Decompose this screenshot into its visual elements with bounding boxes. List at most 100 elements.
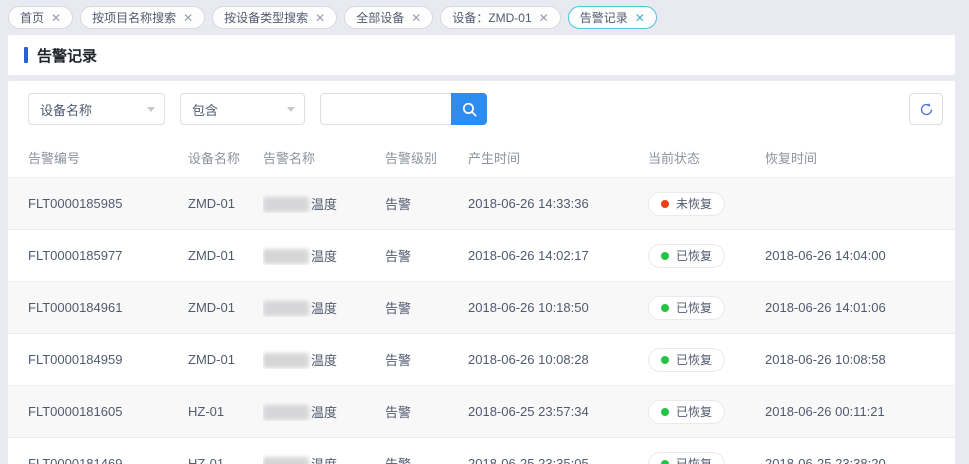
status-cell: 已恢复 [648,244,765,268]
alarm-name-cell: 温度 [263,454,385,464]
status-dot-icon [661,460,669,464]
alarm-level-cell: 告警 [385,350,468,369]
status-label: 已恢复 [676,351,712,368]
col-header-alarm-name: 告警名称 [263,148,385,167]
alarm-name-cell: 温度 [263,402,385,421]
alarm-id-cell: FLT0000181469 [8,456,188,464]
alarm-level-cell: 告警 [385,454,468,464]
alarm-id-cell: FLT0000181605 [8,404,188,419]
device-name-cell: HZ-01 [188,404,263,419]
redacted-text-block [263,197,309,212]
device-name-cell: ZMD-01 [188,300,263,315]
col-header-level: 告警级别 [385,148,468,167]
device-name-cell: ZMD-01 [188,248,263,263]
tab-label: 设备：ZMD-01 [452,9,531,26]
status-label: 已恢复 [676,403,712,420]
close-icon[interactable]: ✕ [539,12,549,24]
status-badge: 已恢复 [648,296,725,320]
alarm-id-cell: FLT0000185977 [8,248,188,263]
col-header-recovered: 恢复时间 [765,148,955,167]
refresh-button[interactable] [909,93,943,125]
redacted-text-block [263,405,309,420]
close-icon[interactable]: ✕ [183,12,193,24]
alarm-name-suffix: 温度 [311,457,337,464]
chevron-down-icon [147,107,155,112]
refresh-icon [919,102,934,117]
status-dot-icon [661,356,669,364]
created-time-cell: 2018-06-26 14:02:17 [468,248,648,263]
alarm-id-cell: FLT0000184959 [8,352,188,367]
status-label: 已恢复 [676,299,712,316]
tab[interactable]: 按项目名称搜索 ✕ [80,6,205,29]
alarm-level-cell: 告警 [385,194,468,213]
device-name-cell: ZMD-01 [188,352,263,367]
status-label: 未恢复 [676,195,712,212]
col-header-device: 设备名称 [188,148,263,167]
redacted-text-block [263,353,309,368]
status-dot-icon [661,200,669,208]
recovered-time-cell: 2018-06-26 14:04:00 [765,248,955,263]
col-header-created: 产生时间 [468,148,648,167]
alarm-name-suffix: 温度 [311,353,337,368]
alarm-name-cell: 温度 [263,350,385,369]
tab-label: 首页 [20,9,44,26]
status-dot-icon [661,408,669,416]
created-time-cell: 2018-06-25 23:57:34 [468,404,648,419]
status-cell: 已恢复 [648,296,765,320]
table-header-row: 告警编号 设备名称 告警名称 告警级别 产生时间 当前状态 恢复时间 [8,137,955,177]
alarm-records-panel: 设备名称 包含 [8,81,955,464]
tab[interactable]: 全部设备 ✕ [344,6,433,29]
tab-label: 全部设备 [356,9,404,26]
alarm-name-suffix: 温度 [311,405,337,420]
tab-label: 告警记录 [580,9,628,26]
tab[interactable]: 告警记录 ✕ [568,6,657,29]
operator-select-value: 包含 [192,100,218,119]
filter-toolbar: 设备名称 包含 [8,81,955,137]
status-badge: 已恢复 [648,400,725,424]
created-time-cell: 2018-06-25 23:35:05 [468,456,648,464]
close-icon[interactable]: ✕ [51,12,61,24]
alarm-level-cell: 告警 [385,298,468,317]
status-badge: 未恢复 [648,192,725,216]
redacted-text-block [263,301,309,316]
tab[interactable]: 首页 ✕ [8,6,73,29]
created-time-cell: 2018-06-26 10:08:28 [468,352,648,367]
status-cell: 已恢复 [648,400,765,424]
tab[interactable]: 设备：ZMD-01 ✕ [440,6,560,29]
tab[interactable]: 按设备类型搜索 ✕ [212,6,337,29]
close-icon[interactable]: ✕ [411,12,421,24]
table-row: FLT0000181469 HZ-01 温度 告警 2018-06-25 23:… [8,437,955,464]
status-label: 已恢复 [676,247,712,264]
status-dot-icon [661,252,669,260]
device-name-cell: HZ-01 [188,456,263,464]
status-badge: 已恢复 [648,348,725,372]
close-icon[interactable]: ✕ [315,12,325,24]
status-badge: 已恢复 [648,452,725,464]
alarm-name-suffix: 温度 [311,301,337,316]
alarm-name-cell: 温度 [263,246,385,265]
search-button[interactable] [451,93,487,125]
redacted-text-block [263,249,309,264]
field-select[interactable]: 设备名称 [28,93,165,125]
status-label: 已恢复 [676,455,712,464]
alarm-name-cell: 温度 [263,194,385,213]
recovered-time-cell: 2018-06-26 00:11:21 [765,404,955,419]
alarm-name-suffix: 温度 [311,197,337,212]
alarm-id-cell: FLT0000184961 [8,300,188,315]
created-time-cell: 2018-06-26 10:18:50 [468,300,648,315]
table-row: FLT0000185977 ZMD-01 温度 告警 2018-06-26 14… [8,229,955,281]
status-badge: 已恢复 [648,244,725,268]
table-body: FLT0000185985 ZMD-01 温度 告警 2018-06-26 14… [8,177,955,464]
alarm-name-suffix: 温度 [311,249,337,264]
recovered-time-cell: 2018-06-25 23:38:20 [765,456,955,464]
alarm-level-cell: 告警 [385,402,468,421]
operator-select[interactable]: 包含 [180,93,305,125]
col-header-status: 当前状态 [648,148,765,167]
close-icon[interactable]: ✕ [635,12,645,24]
status-cell: 未恢复 [648,192,765,216]
search-input[interactable] [320,93,451,125]
redacted-text-block [263,457,309,464]
alarm-level-cell: 告警 [385,246,468,265]
alarm-name-cell: 温度 [263,298,385,317]
tab-label: 按项目名称搜索 [92,9,176,26]
